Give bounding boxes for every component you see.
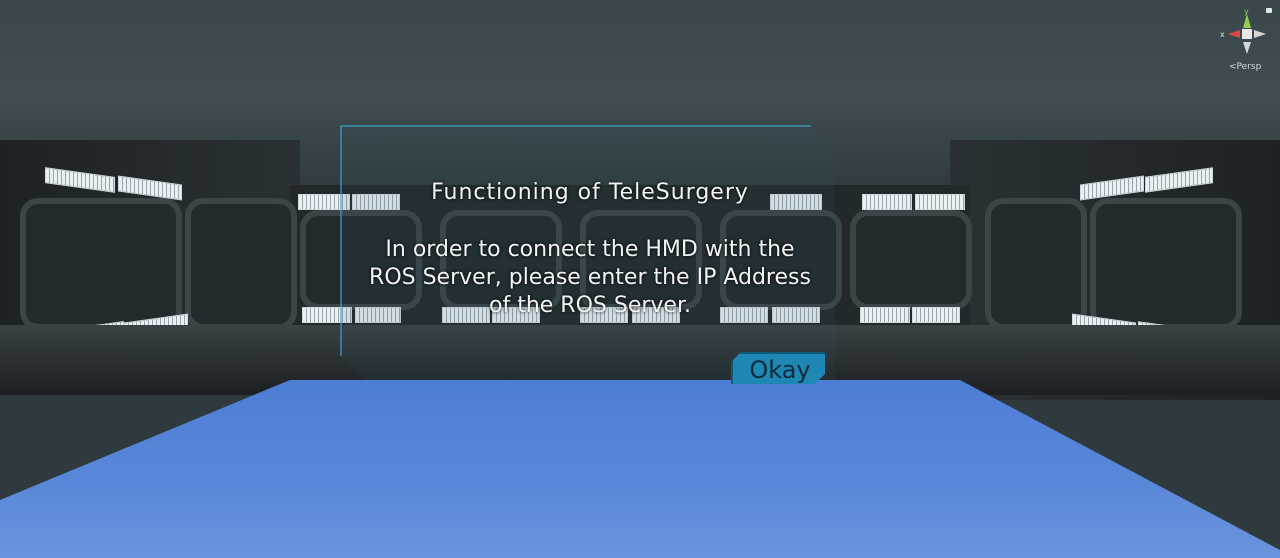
gizmo-center-cube-icon[interactable] — [1242, 29, 1252, 39]
x-axis-label: x — [1220, 30, 1225, 39]
okay-button-label: Okay — [749, 356, 811, 384]
wall-window — [185, 198, 297, 330]
wall-window — [20, 198, 182, 330]
wall-window — [985, 198, 1087, 330]
floor-light — [860, 307, 910, 323]
dialog-title: Functioning of TeleSurgery — [431, 180, 749, 205]
okay-button[interactable]: Okay — [731, 352, 825, 384]
ceiling-light — [915, 194, 965, 210]
scene-orientation-gizmo[interactable]: y x — [1218, 6, 1276, 66]
perspective-toggle[interactable]: <Persp — [1229, 62, 1261, 72]
neg-y-axis-cone-icon[interactable] — [1243, 42, 1251, 54]
wall-window — [1090, 198, 1242, 330]
y-axis-label: y — [1244, 7, 1249, 16]
y-axis-cone-icon[interactable] — [1243, 14, 1251, 28]
dialog-message: In order to connect the HMD with the ROS… — [369, 237, 811, 318]
neg-x-axis-cone-icon[interactable] — [1254, 30, 1266, 38]
floor-light — [912, 307, 960, 323]
x-axis-cone-icon[interactable] — [1228, 30, 1240, 38]
wall-window — [850, 210, 972, 310]
lock-icon[interactable] — [1266, 8, 1272, 13]
ceiling-light — [862, 194, 912, 210]
blue-floor — [0, 380, 1280, 558]
